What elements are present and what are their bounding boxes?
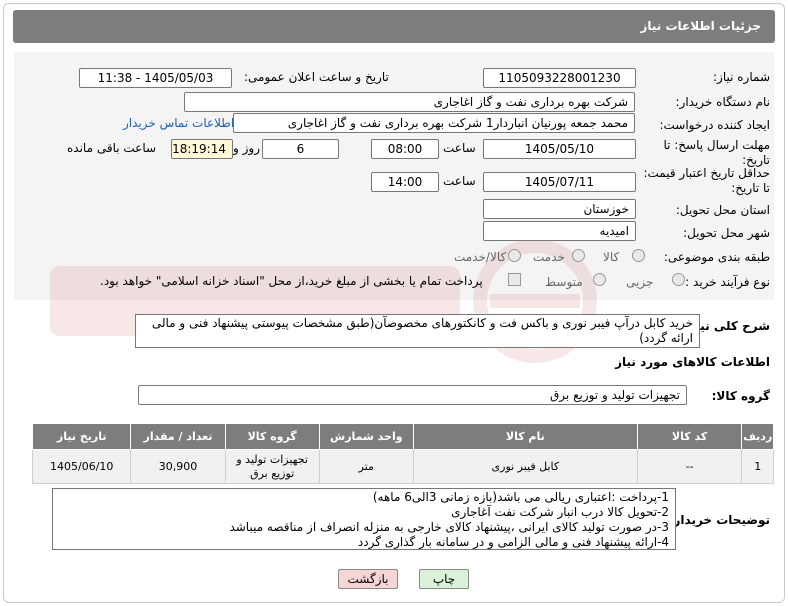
process-type-label: نوع فرآیند خرید : (685, 275, 770, 289)
col-name-header: نام کالا (412, 423, 638, 450)
payment-note: پرداخت تمام یا بخشی از مبلغ خرید،از محل … (100, 274, 483, 288)
buyer-org-field: شرکت بهره برداری نفت و گاز اغاجاری (184, 92, 635, 112)
send-time-field: 08:00 (371, 139, 439, 159)
category-service-radio[interactable] (572, 249, 585, 262)
category-goods-service-label: کالا/خدمت (454, 250, 507, 264)
back-button[interactable]: بازگشت (338, 569, 398, 589)
buyer-notes-label: توضیحات خریدار: (668, 513, 770, 527)
buyer-notes-field: 1-پرداخت :اعتباری ریالی می باشد(بازه زما… (52, 488, 676, 550)
goods-table: ردیف کد کالا نام کالا واحد شمارش گروه کا… (31, 423, 774, 484)
send-deadline-label: مهلت ارسال پاسخ: تا تاریخ: (663, 138, 770, 167)
note-line: 2-تحویل کالا درب انبار شرکت نفت آغاجاری (451, 505, 669, 519)
cell-code: -- (636, 449, 743, 484)
category-service-label: خدمت (533, 250, 565, 264)
process-medium-label: متوسط (545, 275, 583, 289)
col-date-header: تاریخ نیاز (31, 423, 132, 450)
announce-datetime-field: 1405/05/03 - 11:38 (79, 68, 232, 88)
goods-group-field: تجهیزات تولید و توزیع برق (138, 385, 687, 405)
category-goods-label: کالا (603, 250, 620, 264)
province-label: استان محل تحویل: (675, 203, 770, 217)
col-group-header: گروه کالا (224, 423, 320, 450)
goods-group-label: گروه کالا: (711, 389, 770, 403)
process-medium-radio[interactable] (593, 273, 606, 286)
process-minor-label: جزیی (626, 275, 654, 289)
send-time-label: ساعت (443, 141, 476, 155)
table-row: 1 -- کابل فیبر نوری متر تجهیزات تولید و … (31, 449, 774, 484)
cell-group: تجهیزات تولید و توزیع برق (224, 449, 320, 484)
note-line: 4-ارائه پیشنهاد فنی و مالی الزامی و در س… (357, 535, 669, 549)
col-unit-header: واحد شمارش (318, 423, 414, 450)
note-line: 3-در صورت تولید کالای ایرانی ،پیشنهاد کا… (229, 520, 669, 534)
day-and-label: روز و (233, 141, 260, 155)
process-minor-radio[interactable] (672, 273, 685, 286)
buyer-contact-link[interactable]: اطلاعات تماس خریدار (123, 116, 234, 130)
print-button[interactable]: چاپ (419, 569, 469, 589)
goods-info-heading: اطلاعات کالاهای مورد نیاز (615, 355, 770, 369)
page-header: جزئیات اطلاعات نیاز (13, 10, 775, 43)
need-number-field: 1105093228001230 (483, 68, 636, 88)
validity-time-label: ساعت (443, 174, 476, 188)
category-goods-service-radio[interactable] (508, 249, 521, 262)
requester-field: محمد جمعه پورنیان انباردار1 شرکت بهره بر… (233, 113, 635, 133)
days-field: 6 (262, 139, 339, 159)
cell-date: 1405/06/10 (31, 449, 132, 484)
remaining-time-field: 18:19:14 (171, 139, 233, 159)
validity-time-field: 14:00 (371, 172, 439, 192)
buyer-org-label: نام دستگاه خریدار: (675, 95, 771, 109)
validity-date-field: 1405/07/11 (483, 172, 636, 192)
col-code-header: کد کالا (636, 423, 743, 450)
city-field: امیدیه (483, 221, 636, 241)
need-number-label: شماره نیاز: (713, 70, 770, 84)
requester-label: ایجاد کننده درخواست: (659, 118, 770, 132)
page-title: جزئیات اطلاعات نیاز (640, 19, 761, 33)
province-field: خوزستان (483, 199, 636, 219)
cell-unit: متر (318, 449, 414, 484)
remaining-label: ساعت باقی مانده (67, 141, 157, 155)
category-label: طبقه بندی موضوعی: (663, 250, 770, 264)
col-row-header: ردیف (741, 423, 774, 450)
general-description-field: خرید کابل درآپ فیبر نوری و باکس فت و کان… (135, 314, 700, 348)
col-qty-header: تعداد / مقدار (130, 423, 226, 450)
price-validity-label: حداقل تاریخ اعتبار قیمت: تا تاریخ: (643, 166, 770, 195)
send-date-field: 1405/05/10 (483, 139, 636, 159)
table-header-row: ردیف کد کالا نام کالا واحد شمارش گروه کا… (31, 423, 774, 450)
note-line: 1-پرداخت :اعتباری ریالی می باشد(بازه زما… (372, 490, 669, 504)
cell-name: کابل فیبر نوری (412, 449, 638, 484)
cell-row: 1 (741, 449, 774, 484)
cell-qty: 30,900 (130, 449, 226, 484)
city-label: شهر محل تحویل: (683, 226, 770, 240)
category-goods-radio[interactable] (632, 249, 645, 262)
announce-datetime-label: تاریخ و ساعت اعلان عمومی: (244, 70, 389, 84)
treasury-payment-checkbox[interactable] (508, 273, 521, 286)
